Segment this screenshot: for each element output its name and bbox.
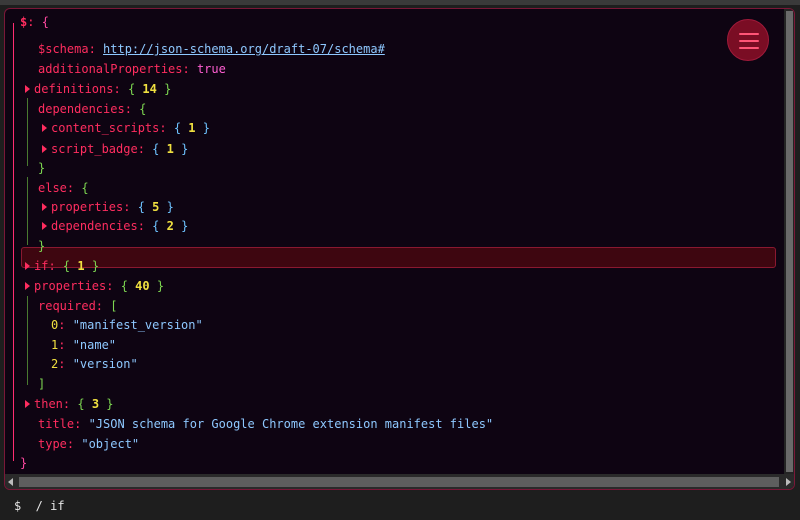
required-item: 2: "version" <box>51 357 138 371</box>
caret-right-icon[interactable] <box>25 282 30 290</box>
caret-right-icon[interactable] <box>42 124 47 132</box>
else-close: } <box>38 239 46 253</box>
vertical-scrollbar[interactable] <box>784 9 794 474</box>
scroll-left-icon[interactable] <box>8 478 13 486</box>
script-badge-node[interactable]: script_badge: { 1 } <box>42 139 188 159</box>
path-status-bar: $ / if <box>0 492 800 520</box>
type-row: type: "object" <box>38 437 140 451</box>
else-properties-node[interactable]: properties: { 5 } <box>42 197 174 217</box>
if-node[interactable]: if: { 1 } <box>25 256 99 276</box>
json-viewer: $: { $schema: http://json-schema.org/dra… <box>4 8 795 490</box>
caret-right-icon[interactable] <box>25 262 30 270</box>
dependencies-close: } <box>38 161 46 175</box>
root-node[interactable]: $: { <box>20 12 49 32</box>
definitions-node[interactable]: definitions: { 14 } <box>25 79 171 99</box>
schema-row: $schema: http://json-schema.org/draft-07… <box>38 42 385 56</box>
else-dependencies-node[interactable]: dependencies: { 2 } <box>42 216 188 236</box>
caret-right-icon[interactable] <box>42 145 47 153</box>
selected-row-highlight <box>21 247 776 268</box>
horizontal-scrollbar[interactable] <box>5 474 794 489</box>
root-close: } <box>20 456 28 470</box>
content-scripts-node[interactable]: content_scripts: { 1 } <box>42 118 210 138</box>
root-guide-line <box>13 23 14 461</box>
dependencies-node[interactable]: dependencies: { <box>38 99 146 119</box>
caret-right-icon[interactable] <box>42 203 47 211</box>
else-node[interactable]: else: { <box>38 178 89 198</box>
schema-url-link[interactable]: http://json-schema.org/draft-07/schema# <box>103 42 385 56</box>
required-node[interactable]: required: [ <box>38 296 117 316</box>
properties-node[interactable]: properties: { 40 } <box>25 276 164 296</box>
caret-right-icon[interactable] <box>25 85 30 93</box>
caret-right-icon[interactable] <box>25 400 30 408</box>
caret-right-icon[interactable] <box>42 222 47 230</box>
additional-properties-row: additionalProperties: true <box>38 62 226 76</box>
required-guide-line <box>27 296 28 385</box>
json-tree: $: { $schema: http://json-schema.org/dra… <box>5 9 783 474</box>
horizontal-scroll-thumb[interactable] <box>19 477 779 487</box>
required-item: 1: "name" <box>51 338 117 352</box>
hamburger-menu-icon[interactable] <box>727 19 769 61</box>
dependencies-guide-line <box>27 98 28 166</box>
scroll-right-icon[interactable] <box>786 478 791 486</box>
else-guide-line <box>27 177 28 245</box>
required-close: ] <box>38 377 46 391</box>
json-path: $ / if <box>14 499 65 513</box>
then-node[interactable]: then: { 3 } <box>25 394 114 414</box>
title-row: title: "JSON schema for Google Chrome ex… <box>38 417 494 431</box>
required-item: 0: "manifest_version" <box>51 318 203 332</box>
window-top-strip <box>0 0 800 5</box>
vertical-scroll-thumb[interactable] <box>786 11 793 472</box>
